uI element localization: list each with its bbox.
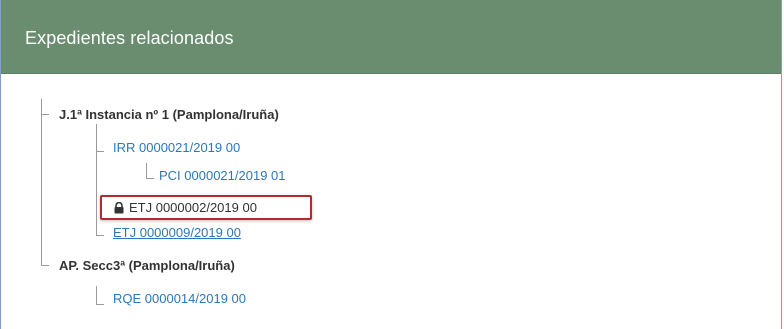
tree-connector: [96, 235, 104, 236]
panel-header: Expedientes relacionados: [1, 0, 781, 74]
tree-connector: [96, 304, 104, 305]
related-file-link[interactable]: PCI 0000021/2019 01: [159, 168, 286, 184]
tree-connector: [41, 114, 49, 115]
court-name: J.1ª Instancia nº 1 (Pamplona/Iruña): [59, 107, 279, 122]
panel-title: Expedientes relacionados: [25, 28, 234, 48]
related-files-panel: Expedientes relacionados J.1ª Instancia …: [0, 0, 782, 329]
highlight-box: [100, 195, 312, 220]
tree-connector: [41, 99, 42, 265]
court-name: AP. Secc3ª (Pamplona/Iruña): [59, 258, 235, 273]
tree-connector: [96, 151, 104, 152]
tree-connector: [96, 286, 97, 305]
tree-connector: [41, 265, 49, 266]
tree-connector: [96, 124, 97, 236]
related-file-link[interactable]: IRR 0000021/2019 00: [113, 140, 240, 156]
related-file-link[interactable]: ETJ 0000009/2019 00: [113, 225, 241, 241]
tree-connector: [146, 178, 154, 179]
tree-connector: [146, 163, 147, 179]
related-file-link[interactable]: RQE 0000014/2019 00: [113, 291, 246, 307]
